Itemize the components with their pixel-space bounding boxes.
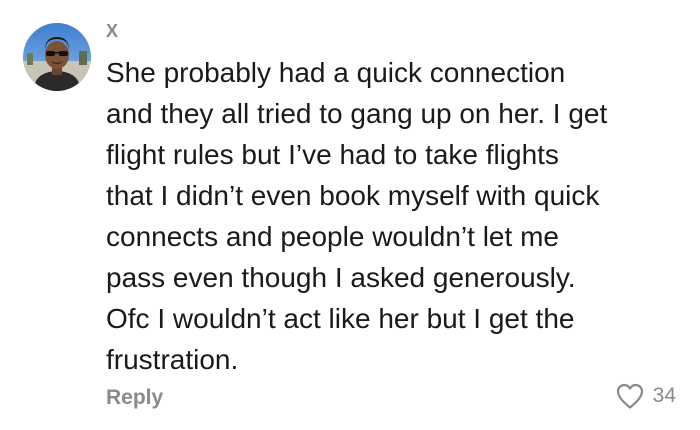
heart-outline-icon[interactable]: [615, 382, 645, 410]
comment-text: She probably had a quick connection and …: [106, 57, 608, 375]
avatar[interactable]: [23, 23, 91, 91]
avatar-photo: [23, 23, 91, 91]
like-count: 34: [652, 384, 676, 407]
username[interactable]: X: [106, 19, 118, 43]
reply-button[interactable]: Reply: [106, 385, 163, 411]
like-button[interactable]: 34: [615, 382, 676, 410]
